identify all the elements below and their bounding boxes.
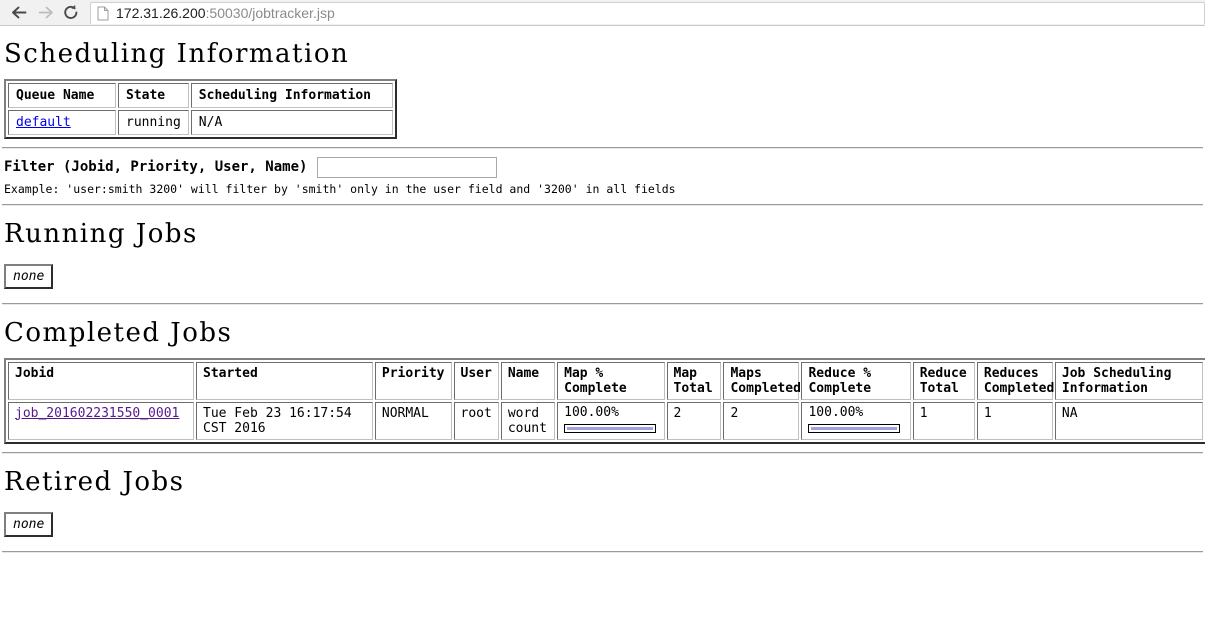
filter-label: Filter (Jobid, Priority, User, Name): [4, 159, 308, 176]
divider: [2, 451, 1203, 454]
column-header-scheduling-information: Scheduling Information: [190, 82, 393, 108]
maps-completed-cell: 2: [723, 401, 800, 440]
divider: [2, 551, 1203, 554]
column-header-priority: Priority: [374, 361, 452, 400]
queue-scheduling-info-cell: N/A: [190, 109, 393, 135]
column-header-job-scheduling-information: Job Scheduling Information: [1054, 361, 1203, 400]
column-header-user: User: [453, 361, 499, 400]
column-header-map-total: Map Total: [666, 361, 722, 400]
queue-link-default[interactable]: default: [16, 115, 71, 130]
queue-table: Queue Name State Scheduling Information …: [4, 78, 397, 139]
running-jobs-heading: Running Jobs: [4, 218, 198, 249]
table-header-row: Queue Name State Scheduling Information: [8, 82, 393, 108]
map-progress-bar: [564, 423, 657, 433]
divider: [2, 303, 1203, 306]
table-row: job_201602231550_0001 Tue Feb 23 16:17:5…: [8, 401, 1203, 440]
queue-name-cell: default: [8, 109, 116, 135]
address-bar-host: 172.31.26.200: [116, 5, 206, 21]
jobid-cell: job_201602231550_0001: [8, 401, 194, 440]
column-header-jobid: Jobid: [8, 361, 194, 400]
column-header-maps-completed: Maps Completed: [723, 361, 801, 400]
running-jobs-empty: none: [4, 264, 54, 290]
map-total-cell: 2: [666, 401, 722, 440]
priority-cell: NORMAL: [374, 401, 452, 440]
started-cell: Tue Feb 23 16:17:54 CST 2016: [196, 401, 373, 440]
filter-example-text: Example: 'user:smith 3200' will filter b…: [4, 181, 676, 196]
reload-icon: [62, 4, 80, 21]
map-progress-fill: [566, 425, 655, 431]
column-header-started: Started: [196, 361, 373, 400]
reduces-completed-cell: 1: [976, 401, 1053, 440]
reduce-progress-fill: [810, 425, 899, 431]
jobtracker-page: Scheduling Information Queue Name State …: [0, 39, 1205, 554]
column-header-map-pct-complete: Map % Complete: [557, 361, 665, 400]
table-row: default running N/A: [8, 109, 393, 135]
reduce-pct-complete-cell: 100.00%: [801, 401, 911, 440]
divider: [2, 203, 1203, 206]
table-header-row: Jobid Started Priority User Name Map % C…: [8, 361, 1203, 400]
reload-button[interactable]: [58, 2, 84, 24]
column-header-queue-name: Queue Name: [8, 82, 116, 108]
browser-toolbar: 172.31.26.200:50030/jobtracker.jsp: [0, 0, 1205, 26]
filter-row: Filter (Jobid, Priority, User, Name): [4, 156, 1203, 178]
job-name-cell: word count: [500, 401, 556, 440]
reduce-progress-bar: [808, 423, 901, 433]
column-header-reduce-pct-complete: Reduce % Complete: [801, 361, 911, 400]
address-bar[interactable]: 172.31.26.200:50030/jobtracker.jsp: [90, 1, 1205, 24]
forward-button[interactable]: [32, 2, 58, 24]
back-arrow-icon: [11, 5, 28, 20]
column-header-reduces-completed: Reduces Completed: [976, 361, 1054, 400]
user-cell: root: [453, 401, 499, 440]
page-document-icon: [97, 6, 109, 21]
reduce-pct-label: 100.00%: [808, 404, 864, 420]
divider: [2, 146, 1203, 149]
completed-jobs-table-wrapper: Jobid Started Priority User Name Map % C…: [2, 357, 1205, 444]
column-header-reduce-total: Reduce Total: [912, 361, 975, 400]
job-scheduling-information-cell: NA: [1054, 401, 1203, 440]
filter-input[interactable]: [317, 156, 498, 178]
back-button[interactable]: [6, 2, 32, 24]
queue-state-cell: running: [118, 109, 189, 135]
map-pct-complete-cell: 100.00%: [557, 401, 665, 440]
column-header-state: State: [118, 82, 189, 108]
address-bar-path: :50030/jobtracker.jsp: [205, 5, 335, 21]
column-header-name: Name: [500, 361, 556, 400]
reduce-total-cell: 1: [912, 401, 975, 440]
map-pct-label: 100.00%: [564, 404, 619, 420]
scheduling-information-heading: Scheduling Information: [4, 39, 350, 69]
retired-jobs-heading: Retired Jobs: [4, 466, 185, 497]
completed-jobs-table: Jobid Started Priority User Name Map % C…: [4, 357, 1205, 444]
retired-jobs-empty: none: [4, 512, 54, 538]
job-link[interactable]: job_201602231550_0001: [15, 406, 179, 421]
forward-arrow-icon: [37, 5, 54, 20]
completed-jobs-heading: Completed Jobs: [4, 318, 233, 349]
